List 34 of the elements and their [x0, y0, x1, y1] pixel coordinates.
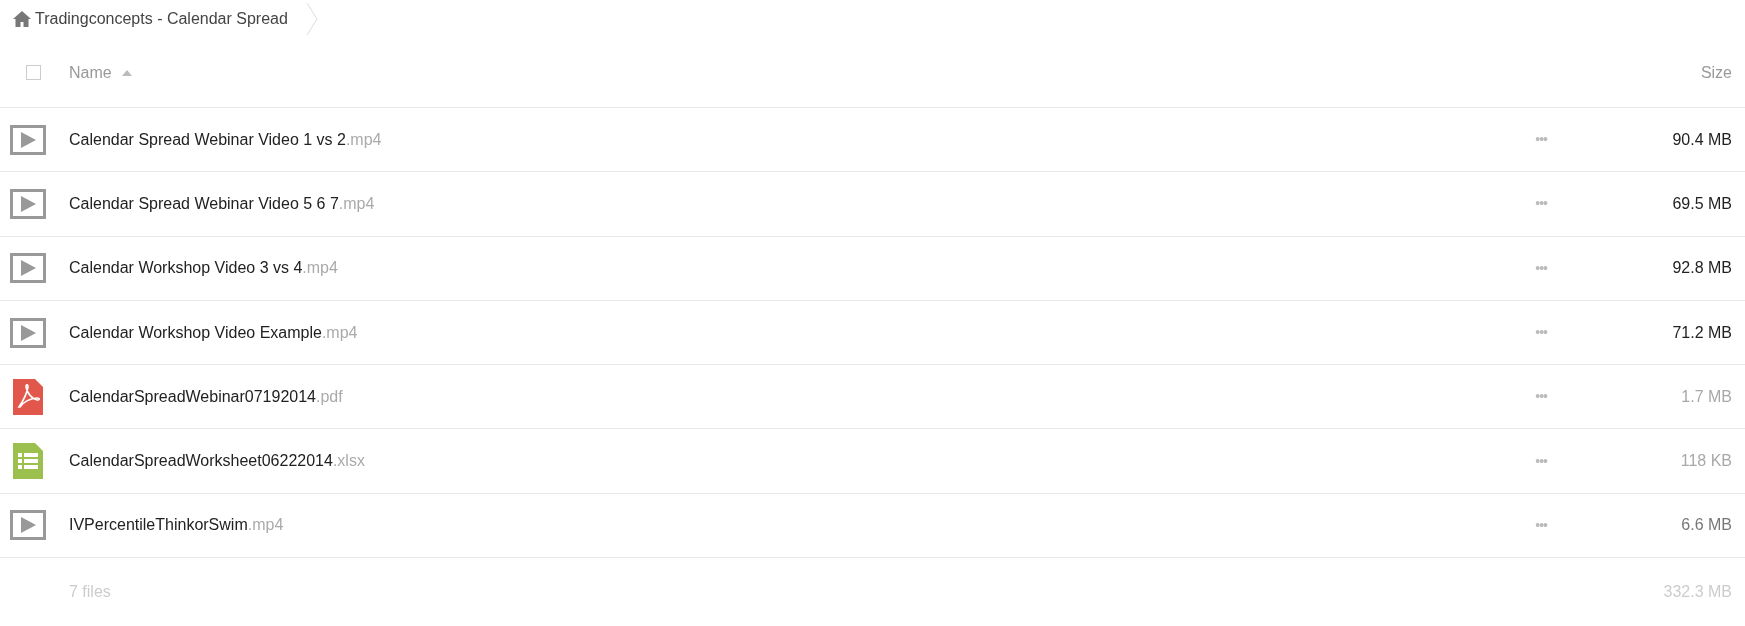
file-name-link[interactable]: IVPercentileThinkorSwim.mp4: [69, 513, 284, 538]
file-size: 71.2 MB: [1671, 322, 1733, 343]
play-icon: [9, 188, 46, 219]
file-name-link[interactable]: Calendar Spread Webinar Video 5 6 7.mp4: [69, 191, 375, 216]
spreadsheet-file-icon: [12, 443, 43, 480]
more-actions-button[interactable]: •••: [1535, 450, 1547, 472]
more-actions-button[interactable]: •••: [1535, 257, 1547, 279]
more-actions-button[interactable]: •••: [1535, 193, 1547, 215]
file-size: 1.7 MB: [1680, 386, 1733, 407]
home-icon[interactable]: [13, 11, 31, 27]
breadcrumb-link[interactable]: Tradingconcepts - Calendar Spread: [35, 7, 288, 31]
file-size: 69.5 MB: [1671, 193, 1733, 214]
file-name-link[interactable]: Calendar Spread Webinar Video 1 vs 2.mp4: [69, 127, 382, 152]
more-actions-button[interactable]: •••: [1535, 322, 1547, 344]
file-name-link[interactable]: Calendar Workshop Video 3 vs 4.mp4: [69, 256, 338, 281]
file-name-link[interactable]: CalendarSpreadWorksheet06222014.xlsx: [69, 449, 365, 474]
file-size: 90.4 MB: [1671, 129, 1733, 150]
select-all-checkbox[interactable]: [26, 65, 41, 80]
more-actions-button[interactable]: •••: [1535, 514, 1547, 536]
chevron-right-icon: [305, 2, 318, 36]
pdf-file-icon: [12, 378, 43, 415]
play-icon: [9, 253, 46, 284]
play-icon: [9, 317, 46, 348]
play-icon: [9, 124, 46, 155]
file-name-link[interactable]: CalendarSpreadWebinar07192014.pdf: [69, 384, 343, 409]
play-icon: [9, 510, 46, 541]
name-column-header[interactable]: Name: [69, 60, 112, 85]
more-actions-button[interactable]: •••: [1535, 129, 1547, 151]
file-size: 92.8 MB: [1671, 258, 1733, 279]
more-actions-button[interactable]: •••: [1535, 386, 1547, 408]
file-name-link[interactable]: Calendar Workshop Video Example.mp4: [69, 320, 358, 345]
file-size: 6.6 MB: [1680, 515, 1733, 536]
size-column-header[interactable]: Size: [1700, 60, 1745, 85]
file-size: 118 KB: [1679, 451, 1733, 472]
